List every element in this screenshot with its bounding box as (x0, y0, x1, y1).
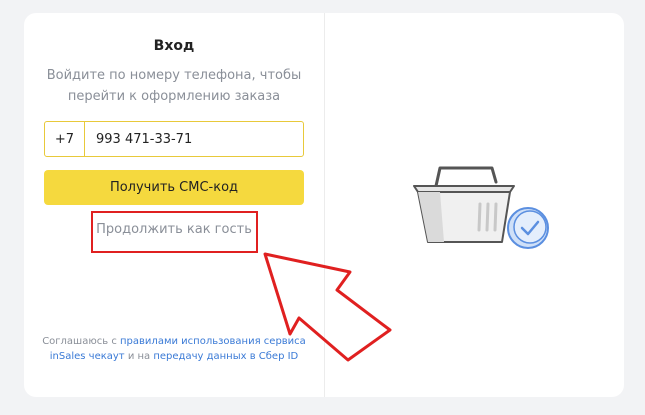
consent-prefix: Соглашаюсь с (42, 336, 121, 347)
get-sms-code-button[interactable]: Получить СМС-код (44, 170, 304, 205)
highlight-box (91, 211, 258, 253)
phone-field: +7 (44, 121, 304, 157)
check-circle-icon (507, 207, 549, 249)
login-panel: Вход Войдите по номеру телефона, чтобы п… (24, 13, 324, 397)
shopping-basket-icon (413, 166, 549, 249)
phone-input[interactable] (85, 122, 303, 156)
consent-middle: и на (124, 351, 154, 362)
data-transfer-link[interactable]: передачу данных в Сбер ID (153, 351, 298, 362)
consent-text: Соглашаюсь с правилами использования сер… (42, 334, 306, 364)
page-title: Вход (153, 38, 195, 54)
phone-prefix: +7 (45, 122, 85, 156)
login-subtitle: Войдите по номеру телефона, чтобы перейт… (46, 68, 302, 104)
